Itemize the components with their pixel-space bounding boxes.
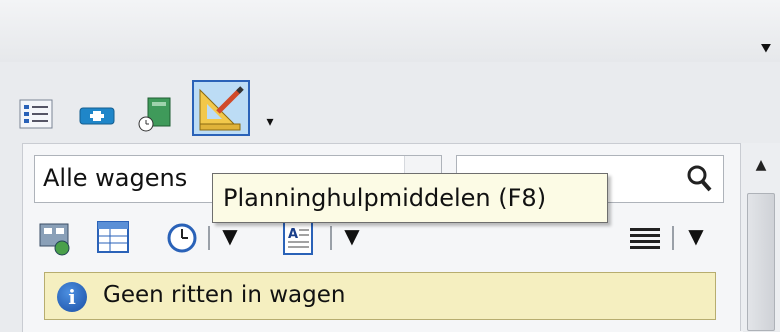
planning-tools-icon [199, 86, 244, 131]
vehicle-group-button[interactable] [36, 218, 76, 258]
grid-view-icon [97, 221, 129, 253]
vehicle-filter-value: Alle wagens [43, 164, 188, 192]
panel-menu-button[interactable]: ⯆ [756, 40, 776, 60]
text-format-icon: A [283, 221, 313, 255]
text-format-button[interactable]: A [278, 218, 318, 258]
add-vehicle-button[interactable] [74, 92, 120, 138]
list-checks-icon [19, 99, 53, 129]
vertical-scrollbar[interactable]: ▲ [740, 143, 780, 331]
panel-header [0, 0, 780, 62]
clock-icon [167, 223, 197, 253]
info-message: Geen ritten in wagen [103, 282, 346, 308]
vehicle-group-icon [39, 223, 70, 256]
separator [672, 226, 674, 250]
action-toolbar: ▼ A ▼ ▼ [36, 218, 726, 262]
planning-tools-button[interactable] [192, 80, 250, 136]
add-vehicle-icon [79, 107, 115, 125]
info-bar: i Geen ritten in wagen [44, 272, 716, 320]
scroll-up-button[interactable]: ▲ [751, 155, 771, 175]
toolbar-overflow-button[interactable]: ▾ [262, 114, 278, 130]
toolbar [0, 78, 300, 136]
list-checks-button[interactable] [14, 92, 60, 138]
tooltip-text: Planninghulpmiddelen (F8) [223, 184, 547, 212]
grid-view-button[interactable] [94, 218, 134, 258]
schedule-book-icon [138, 97, 171, 132]
clock-button[interactable] [162, 218, 202, 258]
tooltip: Planninghulpmiddelen (F8) [212, 173, 608, 223]
lines-view-button[interactable] [626, 218, 666, 258]
lines-view-icon [630, 228, 660, 249]
search-button[interactable] [683, 162, 717, 196]
lines-view-dropdown[interactable]: ▼ [684, 224, 708, 248]
scroll-thumb[interactable] [747, 193, 775, 331]
svg-text:A: A [288, 227, 298, 242]
separator [330, 226, 332, 250]
text-format-dropdown[interactable]: ▼ [340, 224, 364, 248]
search-icon [687, 165, 712, 192]
separator [208, 226, 210, 250]
info-icon: i [57, 282, 87, 312]
schedule-book-button[interactable] [132, 92, 178, 138]
clock-dropdown[interactable]: ▼ [218, 224, 242, 248]
